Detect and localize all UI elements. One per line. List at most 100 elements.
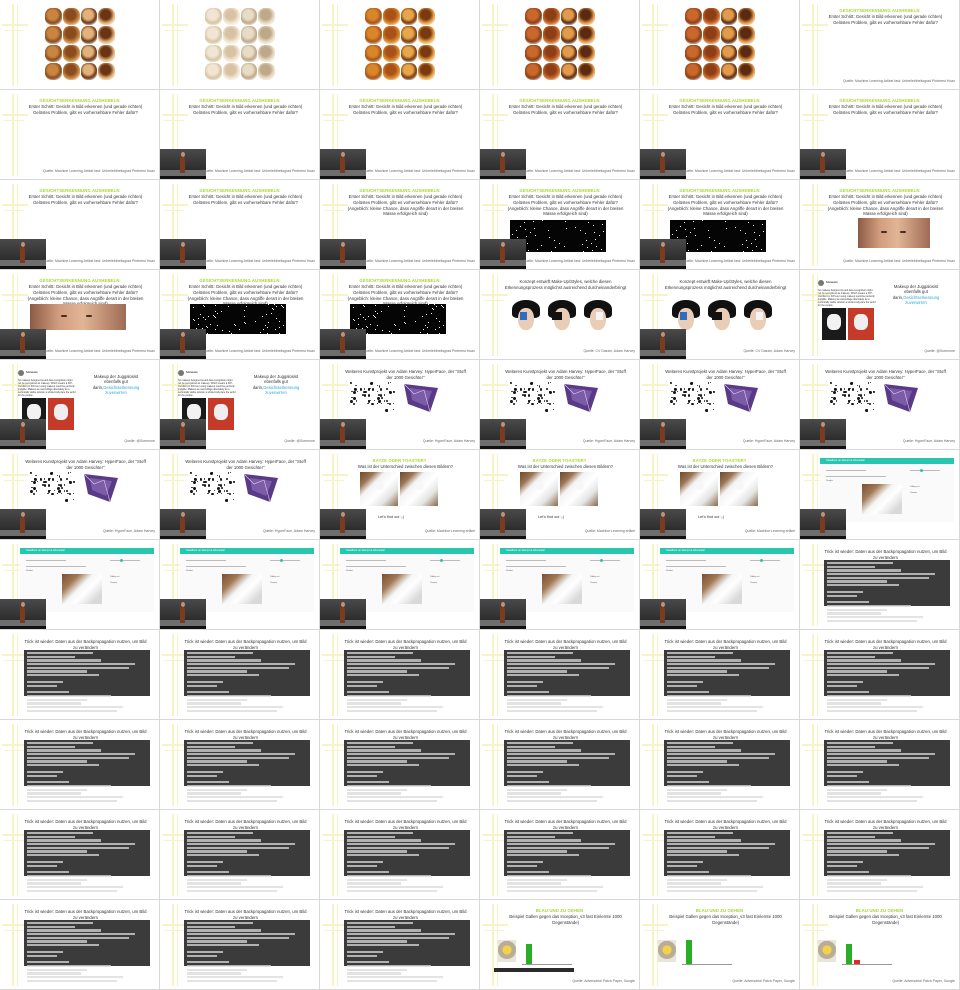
text-line: Erster Schritt: Gesicht in Bild erkennen… — [28, 194, 143, 199]
slide-thumbnail[interactable]: KATZE ODER TOASTER? Was ist der Unterschi… — [480, 450, 639, 539]
slide-thumbnail[interactable]: Trick ist wieder: Daten aus der Backprop… — [160, 630, 319, 719]
slide-thumbnail[interactable]: Trick ist wieder: Daten aus der Backprop… — [160, 810, 319, 899]
deco-line — [322, 24, 348, 26]
slide-thumbnail[interactable]: Weiteres Kunstprojekt von Adam Harvey: H… — [800, 360, 959, 449]
slide-thumbnail[interactable]: GESICHTSERKENNUNG AUSHEBELN Erster Schrit… — [0, 90, 159, 179]
slide-thumbnail[interactable]: Konzept entwirft Make-Up/Styles, welche … — [640, 270, 799, 359]
slide-thumbnail[interactable]: GESICHTSERKENNUNG AUSHEBELN Erster Schrit… — [480, 90, 639, 179]
code-line — [187, 788, 247, 791]
food-tile — [240, 44, 258, 62]
media-control-bar[interactable] — [494, 968, 574, 972]
text-line: Gelöstes Problem, gibt es vorhersehbare … — [673, 199, 778, 205]
text-line: Beispiel Gallen gegen das Inception_v3 f… — [829, 914, 942, 919]
slide-thumbnail[interactable]: Trick ist wieder: Daten aus der Backprop… — [0, 720, 159, 809]
slide-thumbnail[interactable]: GESICHTSERKENNUNG AUSHEBELN Erster Schrit… — [320, 270, 479, 359]
code-line — [667, 702, 721, 705]
code-screenshot — [504, 650, 630, 712]
slide-thumbnail[interactable] — [160, 0, 319, 89]
speaker-video-thumbnail — [320, 149, 366, 179]
section-title: GESICHTSERKENNUNG AUSHEBELN — [839, 8, 920, 13]
slide-thumbnail[interactable]: GESICHTSERKENNUNG AUSHEBELN Erster Schrit… — [800, 0, 959, 89]
slide-thumbnail[interactable]: KATZE ODER TOASTER? Was ist der Unterschi… — [320, 450, 479, 539]
slide-thumbnail[interactable]: GESICHTSERKENNUNG AUSHEBELN Erster Schrit… — [0, 270, 159, 359]
slide-thumbnail[interactable]: BLAU UND ZU GEHEN Beispiel Gallen gegen d… — [800, 900, 959, 989]
slide-thumbnail[interactable]: Trick ist wieder: Daten aus der Backprop… — [640, 720, 799, 809]
slide-thumbnail[interactable]: Trick ist wieder: Daten aus der Backprop… — [800, 720, 959, 809]
slide-thumbnail[interactable]: GESICHTSERKENNUNG AUSHEBELN Erster Schrit… — [160, 270, 319, 359]
slide-thumbnail[interactable]: Weiteres Kunstprojekt von Adam Harvey: H… — [0, 450, 159, 539]
pattern-blob — [205, 481, 207, 483]
slide-thumbnail[interactable]: BLAU UND ZU GEHEN Beispiel Gallen gegen d… — [480, 900, 639, 989]
slide-thumbnail[interactable]: Trick ist wieder: Daten aus der Backprop… — [320, 630, 479, 719]
slide-thumbnail[interactable]: Weiteres Kunstprojekt von Adam Harvey: H… — [640, 360, 799, 449]
slide-thumbnail[interactable]: Trick ist wieder: Daten aus der Backprop… — [480, 720, 639, 809]
slide-thumbnail[interactable]: Trick ist wieder: Daten aus der Backprop… — [320, 720, 479, 809]
code-line — [187, 684, 217, 687]
slide-thumbnail[interactable]: Trick ist wieder: Daten aus der Backprop… — [800, 630, 959, 719]
slide-thumbnail[interactable] — [480, 0, 639, 89]
slide-thumbnail[interactable]: Someone So makeup designed as anti-face-r… — [160, 360, 319, 449]
slide-thumbnail[interactable]: Trick ist wieder: Daten aus der Backprop… — [160, 720, 319, 809]
slide-thumbnail[interactable]: Trick ist wieder: Daten aus der Backprop… — [0, 630, 159, 719]
slide-thumbnail[interactable]: Someone So makeup designed as anti-face-r… — [0, 360, 159, 449]
slide-thumbnail[interactable]: Trick ist wieder: Daten aus der Backprop… — [480, 810, 639, 899]
slide-thumbnail[interactable]: GESICHTSERKENNUNG AUSHEBELN Erster Schrit… — [0, 180, 159, 269]
code-screenshot — [664, 830, 790, 892]
slide-thumbnail[interactable]: Classifiers: an attempt at adversarial Pr… — [320, 540, 479, 629]
divider — [826, 470, 866, 471]
pattern-blob — [218, 490, 221, 493]
slide-thumbnail[interactable]: GESICHTSERKENNUNG AUSHEBELN Erster Schrit… — [160, 90, 319, 179]
code-line — [347, 871, 389, 874]
slider-knob[interactable] — [440, 559, 443, 562]
slide-thumbnail[interactable] — [640, 0, 799, 89]
slide-thumbnail[interactable]: Classifiers: an attempt at adversarial Pr… — [480, 540, 639, 629]
code-line — [187, 922, 253, 925]
slide-thumbnail[interactable]: GESICHTSERKENNUNG AUSHEBELN Erster Schrit… — [320, 90, 479, 179]
slider-knob[interactable] — [920, 469, 923, 472]
slide-thumbnail[interactable]: Trick ist wieder: Daten aus der Backprop… — [480, 630, 639, 719]
video-part — [180, 602, 185, 607]
slider-knob[interactable] — [280, 559, 283, 562]
slide-thumbnail[interactable]: Weiteres Kunstprojekt von Adam Harvey: H… — [480, 360, 639, 449]
pattern-blob — [845, 391, 847, 393]
food-tile — [45, 62, 62, 80]
slide-thumbnail[interactable]: Trick ist wieder: Daten aus der Backprop… — [320, 900, 479, 989]
slide-thumbnail[interactable]: Trick ist wieder: Daten aus der Backprop… — [800, 540, 959, 629]
slide-thumbnail[interactable]: Konzept entwirft Make-Up/Styles, welche … — [480, 270, 639, 359]
deco-line — [332, 634, 334, 716]
slide-thumbnail[interactable]: GESICHTSERKENNUNG AUSHEBELN Erster Schrit… — [480, 180, 639, 269]
slide-thumbnail[interactable]: KATZE ODER TOASTER? Was ist der Unterschi… — [640, 450, 799, 539]
slide-thumbnail[interactable]: Trick ist wieder: Daten aus der Backprop… — [640, 810, 799, 899]
slide-thumbnail[interactable]: GESICHTSERKENNUNG AUSHEBELN Erster Schrit… — [800, 90, 959, 179]
slide-thumbnail[interactable]: GESICHTSERKENNUNG AUSHEBELN Erster Schrit… — [320, 180, 479, 269]
slide-thumbnail[interactable] — [0, 0, 159, 89]
slide-thumbnail[interactable]: GESICHTSERKENNUNG AUSHEBELN Erster Schrit… — [160, 180, 319, 269]
pattern-blob — [844, 394, 846, 397]
slider-knob[interactable] — [120, 559, 123, 562]
slide-thumbnail[interactable]: Trick ist wieder: Daten aus der Backprop… — [0, 900, 159, 989]
slide-thumbnail[interactable]: Classifiers: an attempt at adversarial Pr… — [640, 540, 799, 629]
slide-thumbnail[interactable]: Weiteres Kunstprojekt von Adam Harvey: H… — [320, 360, 479, 449]
slide-thumbnail[interactable]: Trick ist wieder: Daten aus der Backprop… — [160, 900, 319, 989]
slider-knob[interactable] — [600, 559, 603, 562]
slide-thumbnail[interactable]: BLAU UND ZU GEHEN Beispiel Gallen gegen d… — [640, 900, 799, 989]
slider-knob[interactable] — [760, 559, 763, 562]
food-tile — [685, 44, 702, 62]
slide-thumbnail[interactable]: Weiteres Kunstprojekt von Adam Harvey: H… — [160, 450, 319, 539]
slide-thumbnail[interactable]: Classifiers: an attempt at adversarial Pr… — [0, 540, 159, 629]
deco-line — [484, 750, 504, 751]
slide-thumbnail[interactable]: Classifiers: an attempt at adversarial Pr… — [160, 540, 319, 629]
app-label: Toaster — [110, 582, 118, 584]
slide-thumbnail[interactable]: GESICHTSERKENNUNG AUSHEBELN Erster Schrit… — [640, 90, 799, 179]
slide-thumbnail[interactable] — [320, 0, 479, 89]
slide-thumbnail[interactable]: Trick ist wieder: Daten aus der Backprop… — [0, 810, 159, 899]
divider — [270, 560, 300, 561]
slide-thumbnail[interactable]: GESICHTSERKENNUNG AUSHEBELN Erster Schrit… — [800, 180, 959, 269]
slide-thumbnail[interactable]: Trick ist wieder: Daten aus der Backprop… — [800, 810, 959, 899]
deco-line — [4, 750, 24, 751]
slide-thumbnail[interactable]: Trick ist wieder: Daten aus der Backprop… — [640, 630, 799, 719]
slide-thumbnail[interactable]: Trick ist wieder: Daten aus der Backprop… — [320, 810, 479, 899]
slide-thumbnail[interactable]: GESICHTSERKENNUNG AUSHEBELN Erster Schrit… — [640, 180, 799, 269]
slide-thumbnail[interactable]: Someone So makeup designed as anti-face-r… — [800, 270, 959, 359]
slide-thumbnail[interactable]: Classifiers: an attempt at adversarial Pr… — [800, 450, 959, 539]
